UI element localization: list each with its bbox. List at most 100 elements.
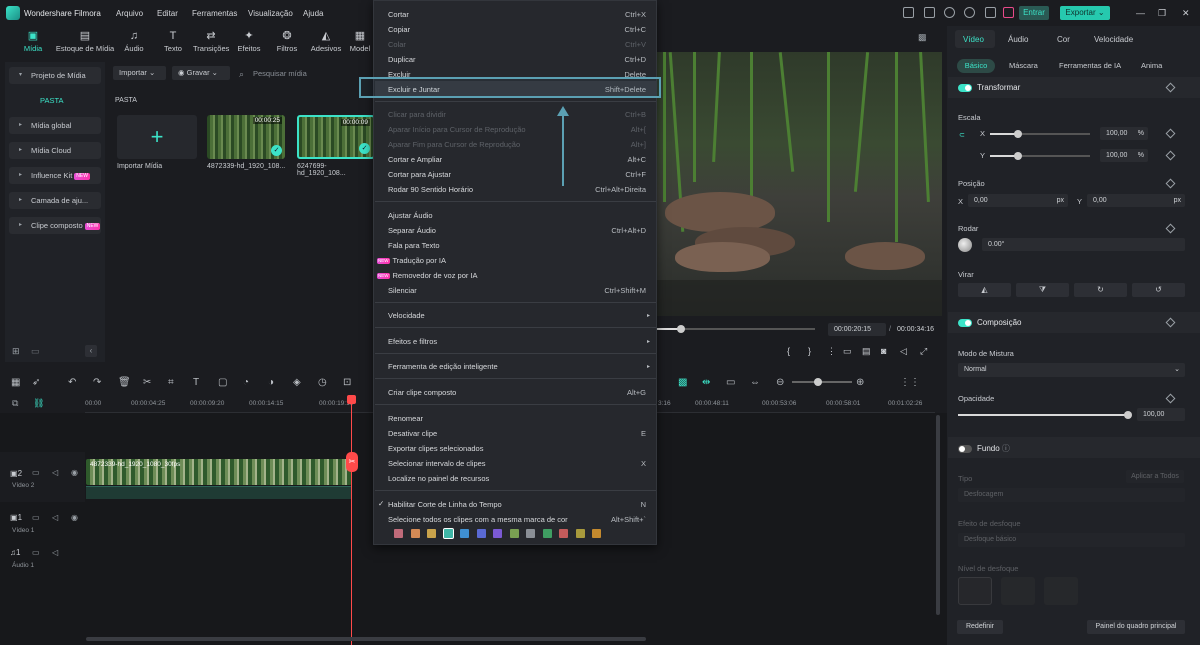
timeline-video-clip[interactable]: 4872339-hd_1920_1080_30fps (86, 459, 352, 485)
timeline-audio-waveform[interactable] (86, 486, 352, 499)
blend-mode-select[interactable]: Normal ⌄ (958, 363, 1185, 377)
menu-item-select-same-color[interactable]: Selecione todos os clipes com a mesma ma… (388, 515, 568, 524)
keyframe-panel-button[interactable]: Painel do quadro principal (1087, 620, 1185, 634)
menu-item-smart-edit-tool[interactable]: Ferramenta de edição inteligente (388, 362, 498, 371)
tool-effects[interactable]: ✦ Efeitos (236, 30, 262, 53)
monitor-output-icon[interactable]: ▭ (843, 346, 852, 357)
subtab-animation[interactable]: Anima (1141, 59, 1162, 73)
pos-x-input[interactable]: 0,00 px (968, 194, 1068, 207)
tool-transitions[interactable]: ⇄ Transições (193, 30, 229, 53)
background-type-select[interactable]: Desfocagem (958, 488, 1185, 502)
menu-item-copy[interactable]: Copiar (388, 25, 410, 34)
color-swatch[interactable] (493, 529, 502, 538)
fullscreen-icon[interactable]: ⤢ (920, 346, 927, 357)
more-options-icon[interactable]: ⋮⋮ (900, 377, 920, 388)
color-swatch[interactable] (476, 529, 486, 538)
tool-media[interactable]: ▣ Mídia (22, 30, 44, 53)
login-button[interactable]: Entrar (1019, 6, 1049, 20)
menu-item-disable-clip[interactable]: Desativar clipe (388, 429, 437, 438)
rotate-left-button[interactable]: ↺ (1132, 283, 1185, 297)
search-input[interactable]: Pesquisar mídia (253, 69, 307, 78)
tab-speed[interactable]: Velocidade (1094, 35, 1133, 44)
zoom-in-icon[interactable]: ⊕ (856, 377, 864, 388)
scale-y-input[interactable]: 100,00 % (1100, 149, 1148, 162)
audio-tool-icon[interactable]: ◑ (268, 377, 274, 388)
fit-timeline-icon[interactable]: ⇔ (750, 377, 760, 388)
color-swatch[interactable] (460, 529, 469, 538)
slider-knob[interactable] (1124, 411, 1132, 419)
cart-icon[interactable] (1003, 7, 1014, 18)
subtab-mask[interactable]: Máscara (1009, 59, 1038, 73)
sidebar-item-global-media[interactable]: ▸ Mídia global (9, 117, 101, 134)
subtab-basic[interactable]: Básico (957, 59, 995, 73)
blur-level-option[interactable] (1001, 577, 1035, 605)
cloud-icon[interactable] (944, 7, 955, 18)
menu-arquivo[interactable]: Arquivo (116, 9, 143, 18)
menu-item-speed[interactable]: Velocidade (388, 311, 425, 320)
timeline-vertical-scrollbar[interactable] (936, 415, 940, 615)
media-clip-thumbnail-selected[interactable]: 00:00:09 ✓ (297, 115, 375, 159)
text-tool-icon[interactable]: T (193, 377, 199, 388)
color-swatch[interactable] (427, 529, 436, 538)
menu-item-create-compound-clip[interactable]: Criar clipe composto (388, 388, 456, 397)
camera-icon[interactable]: ◙ (881, 346, 886, 356)
mark-out-icon[interactable]: } (808, 346, 811, 356)
layout-icon[interactable]: ▦ (11, 377, 20, 388)
menu-item-effects-filters[interactable]: Efeitos e filtros (388, 337, 437, 346)
color-swatch[interactable] (526, 529, 535, 538)
slider-knob[interactable] (1014, 152, 1022, 160)
redo-icon[interactable]: ↷ (93, 377, 101, 388)
color-swatch[interactable] (559, 529, 568, 538)
folder-icon[interactable]: ▭ (31, 346, 40, 357)
zoom-knob[interactable] (814, 378, 822, 386)
background-toggle[interactable] (958, 444, 972, 453)
scissors-icon[interactable]: ✂ (143, 377, 151, 388)
eye-icon[interactable]: ◉ (71, 468, 78, 477)
menu-item-detach-audio[interactable]: Separar Áudio (388, 226, 436, 235)
blur-effect-select[interactable]: Desfoque básico (958, 533, 1185, 547)
snap-icon[interactable]: ⇹ (702, 377, 710, 388)
support-icon[interactable] (964, 7, 975, 18)
add-track-icon[interactable]: ⧉ (12, 398, 18, 409)
speed-icon[interactable]: ◔ (243, 377, 249, 388)
select-tool-icon[interactable]: ➶ (32, 377, 40, 388)
preview-progress-track[interactable] (655, 325, 815, 333)
tab-audio[interactable]: Áudio (1008, 35, 1028, 44)
tab-color[interactable]: Cor (1057, 35, 1070, 44)
volume-icon[interactable]: ◁ (900, 346, 907, 357)
sidebar-item-compound-clip[interactable]: ▸ Clipe composto NEW (9, 217, 101, 234)
crop-icon[interactable]: ⌗ (168, 377, 174, 388)
color-swatch[interactable] (542, 529, 552, 538)
save-icon[interactable] (924, 7, 935, 18)
tool-stickers[interactable]: ◭ Adesivos (310, 30, 342, 53)
composition-toggle[interactable] (958, 318, 972, 327)
color-swatch[interactable] (575, 529, 585, 538)
close-icon[interactable]: ✕ (1182, 8, 1190, 19)
sidebar-item-cloud-media[interactable]: ▸ Mídia Cloud (9, 142, 101, 159)
volume-icon[interactable]: ◁ (52, 513, 58, 522)
tool-stock-media[interactable]: ▤ Estoque de Mídia (54, 30, 116, 53)
reset-button[interactable]: Redefinir (957, 620, 1003, 634)
menu-item-mute[interactable]: Silenciar (388, 286, 417, 295)
blur-level-option[interactable] (958, 577, 992, 605)
color-swatch[interactable] (509, 529, 519, 538)
tool-audio[interactable]: ♫ Áudio (122, 30, 146, 53)
composition-section[interactable]: Composição (958, 318, 1021, 327)
minimize-icon[interactable]: — (1136, 8, 1145, 18)
folder-icon[interactable]: ▭ (32, 548, 40, 557)
menu-item-duplicate[interactable]: Duplicar (388, 55, 416, 64)
sidebar-item-adjustment-layer[interactable]: ▸ Camada de aju... (9, 192, 101, 209)
folder-icon[interactable]: ▭ (32, 468, 40, 477)
tab-video[interactable]: Vídeo (963, 35, 984, 44)
transform-toggle[interactable] (958, 83, 972, 92)
rotate-right-button[interactable]: ↻ (1074, 283, 1127, 297)
menu-item-ai-translation[interactable]: NEW Tradução por IA (377, 256, 446, 265)
help-icon[interactable]: ⓘ (1002, 444, 1010, 453)
volume-icon[interactable]: ◁ (52, 548, 58, 557)
scale-y-slider[interactable] (990, 152, 1090, 160)
menu-item-speech-to-text[interactable]: Fala para Texto (388, 241, 440, 250)
playhead-handle[interactable] (347, 395, 356, 404)
new-folder-icon[interactable]: ⊞ (12, 346, 20, 357)
pos-y-input[interactable]: 0,00 px (1087, 194, 1185, 207)
undo-icon[interactable]: ↶ (68, 377, 76, 388)
